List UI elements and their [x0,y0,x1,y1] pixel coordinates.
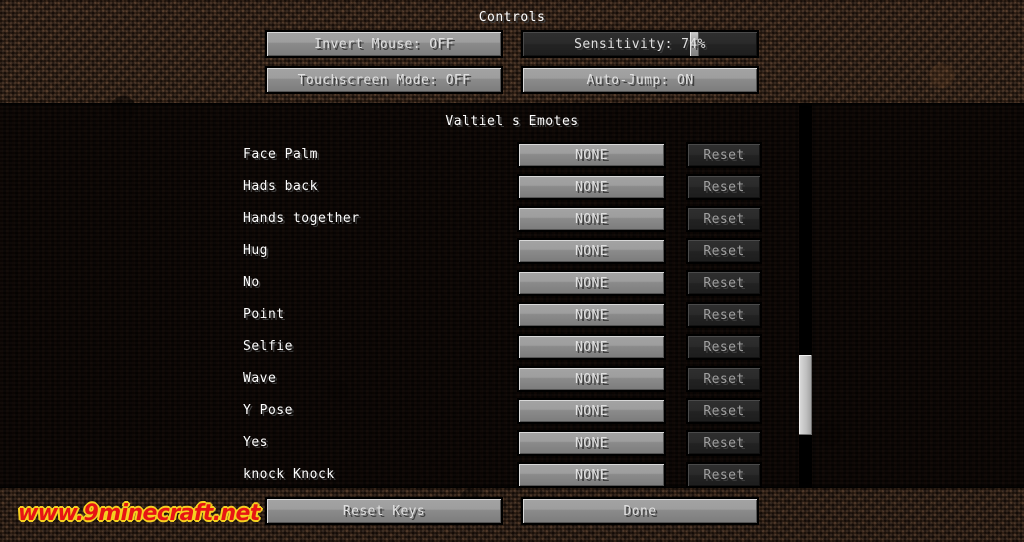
keybinding-key-label: NONE [575,243,608,259]
keybinding-key-button[interactable]: NONE [517,270,666,296]
touchscreen-mode-label: Touchscreen Mode: OFF [297,72,471,88]
keybinding-key-label: NONE [575,179,608,195]
keybinding-key-label: NONE [575,339,608,355]
keybinding-key-button[interactable]: NONE [517,238,666,264]
keybinding-reset-button[interactable]: Reset [686,238,762,264]
keybinding-label: Selfie [243,339,293,354]
keybinding-reset-button[interactable]: Reset [686,430,762,456]
keybinding-reset-button[interactable]: Reset [686,302,762,328]
keybinding-reset-button[interactable]: Reset [686,142,762,168]
keybinding-key-label: NONE [575,371,608,387]
keybinding-reset-label: Reset [703,339,745,355]
keybinding-key-button[interactable]: NONE [517,206,666,232]
keybinding-reset-label: Reset [703,371,745,387]
keybinding-key-button[interactable]: NONE [517,430,666,456]
keybinding-key-button[interactable]: NONE [517,302,666,328]
keybinding-label: Wave [243,371,277,386]
auto-jump-button[interactable]: Auto-Jump: ON [521,66,759,94]
site-watermark: www.9minecraft.net [18,501,260,526]
list-scrollbar-thumb[interactable] [799,355,812,435]
invert-mouse-button[interactable]: Invert Mouse: OFF [265,30,503,58]
keybinding-label: Hads back [243,179,318,194]
keybinding-key-label: NONE [575,307,608,323]
keybinding-list[interactable] [0,103,1024,488]
keybinding-reset-label: Reset [703,147,745,163]
keybinding-reset-button[interactable]: Reset [686,334,762,360]
keybinding-key-button[interactable]: NONE [517,334,666,360]
keybinding-reset-label: Reset [703,467,745,483]
keybinding-label: Point [243,307,285,322]
minecraft-controls-screen: Controls Invert Mouse: OFF Sensitivity: … [0,0,1024,542]
keybinding-key-button[interactable]: NONE [517,366,666,392]
keybinding-label: Face Palm [243,147,318,162]
keybinding-key-label: NONE [575,211,608,227]
keybinding-key-label: NONE [575,147,608,163]
keybinding-reset-button[interactable]: Reset [686,398,762,424]
keybinding-key-button[interactable]: NONE [517,462,666,488]
keybinding-label: Hug [243,243,268,258]
keybinding-reset-button[interactable]: Reset [686,366,762,392]
sensitivity-label: Sensitivity: 74% [574,36,706,52]
touchscreen-mode-button[interactable]: Touchscreen Mode: OFF [265,66,503,94]
keybinding-reset-button[interactable]: Reset [686,462,762,488]
keybinding-reset-button[interactable]: Reset [686,174,762,200]
keybinding-key-label: NONE [575,435,608,451]
done-button[interactable]: Done [521,497,759,525]
keybinding-reset-label: Reset [703,403,745,419]
invert-mouse-label: Invert Mouse: OFF [314,36,454,52]
keybinding-reset-label: Reset [703,435,745,451]
keybinding-key-button[interactable]: NONE [517,174,666,200]
emotes-section-title: Valtiel s Emotes [445,114,579,129]
keybinding-key-label: NONE [575,403,608,419]
keybinding-label: No [243,275,260,290]
sensitivity-slider[interactable]: Sensitivity: 74% [521,30,759,58]
keybinding-key-button[interactable]: NONE [517,398,666,424]
page-title: Controls [478,10,546,25]
keybinding-reset-label: Reset [703,275,745,291]
keybinding-label: Hands together [243,211,360,226]
auto-jump-label: Auto-Jump: ON [586,72,694,88]
reset-keys-button[interactable]: Reset Keys [265,497,503,525]
keybinding-label: knock Knock [243,467,335,482]
keybinding-reset-button[interactable]: Reset [686,270,762,296]
keybinding-key-label: NONE [575,467,608,483]
done-label: Done [623,503,657,519]
keybinding-label: Yes [243,435,268,450]
keybinding-reset-label: Reset [703,243,745,259]
keybinding-key-button[interactable]: NONE [517,142,666,168]
keybinding-reset-label: Reset [703,179,745,195]
keybinding-label: Y Pose [243,403,293,418]
reset-keys-label: Reset Keys [342,503,426,519]
keybinding-reset-label: Reset [703,211,745,227]
keybinding-reset-label: Reset [703,307,745,323]
keybinding-key-label: NONE [575,275,608,291]
keybinding-reset-button[interactable]: Reset [686,206,762,232]
